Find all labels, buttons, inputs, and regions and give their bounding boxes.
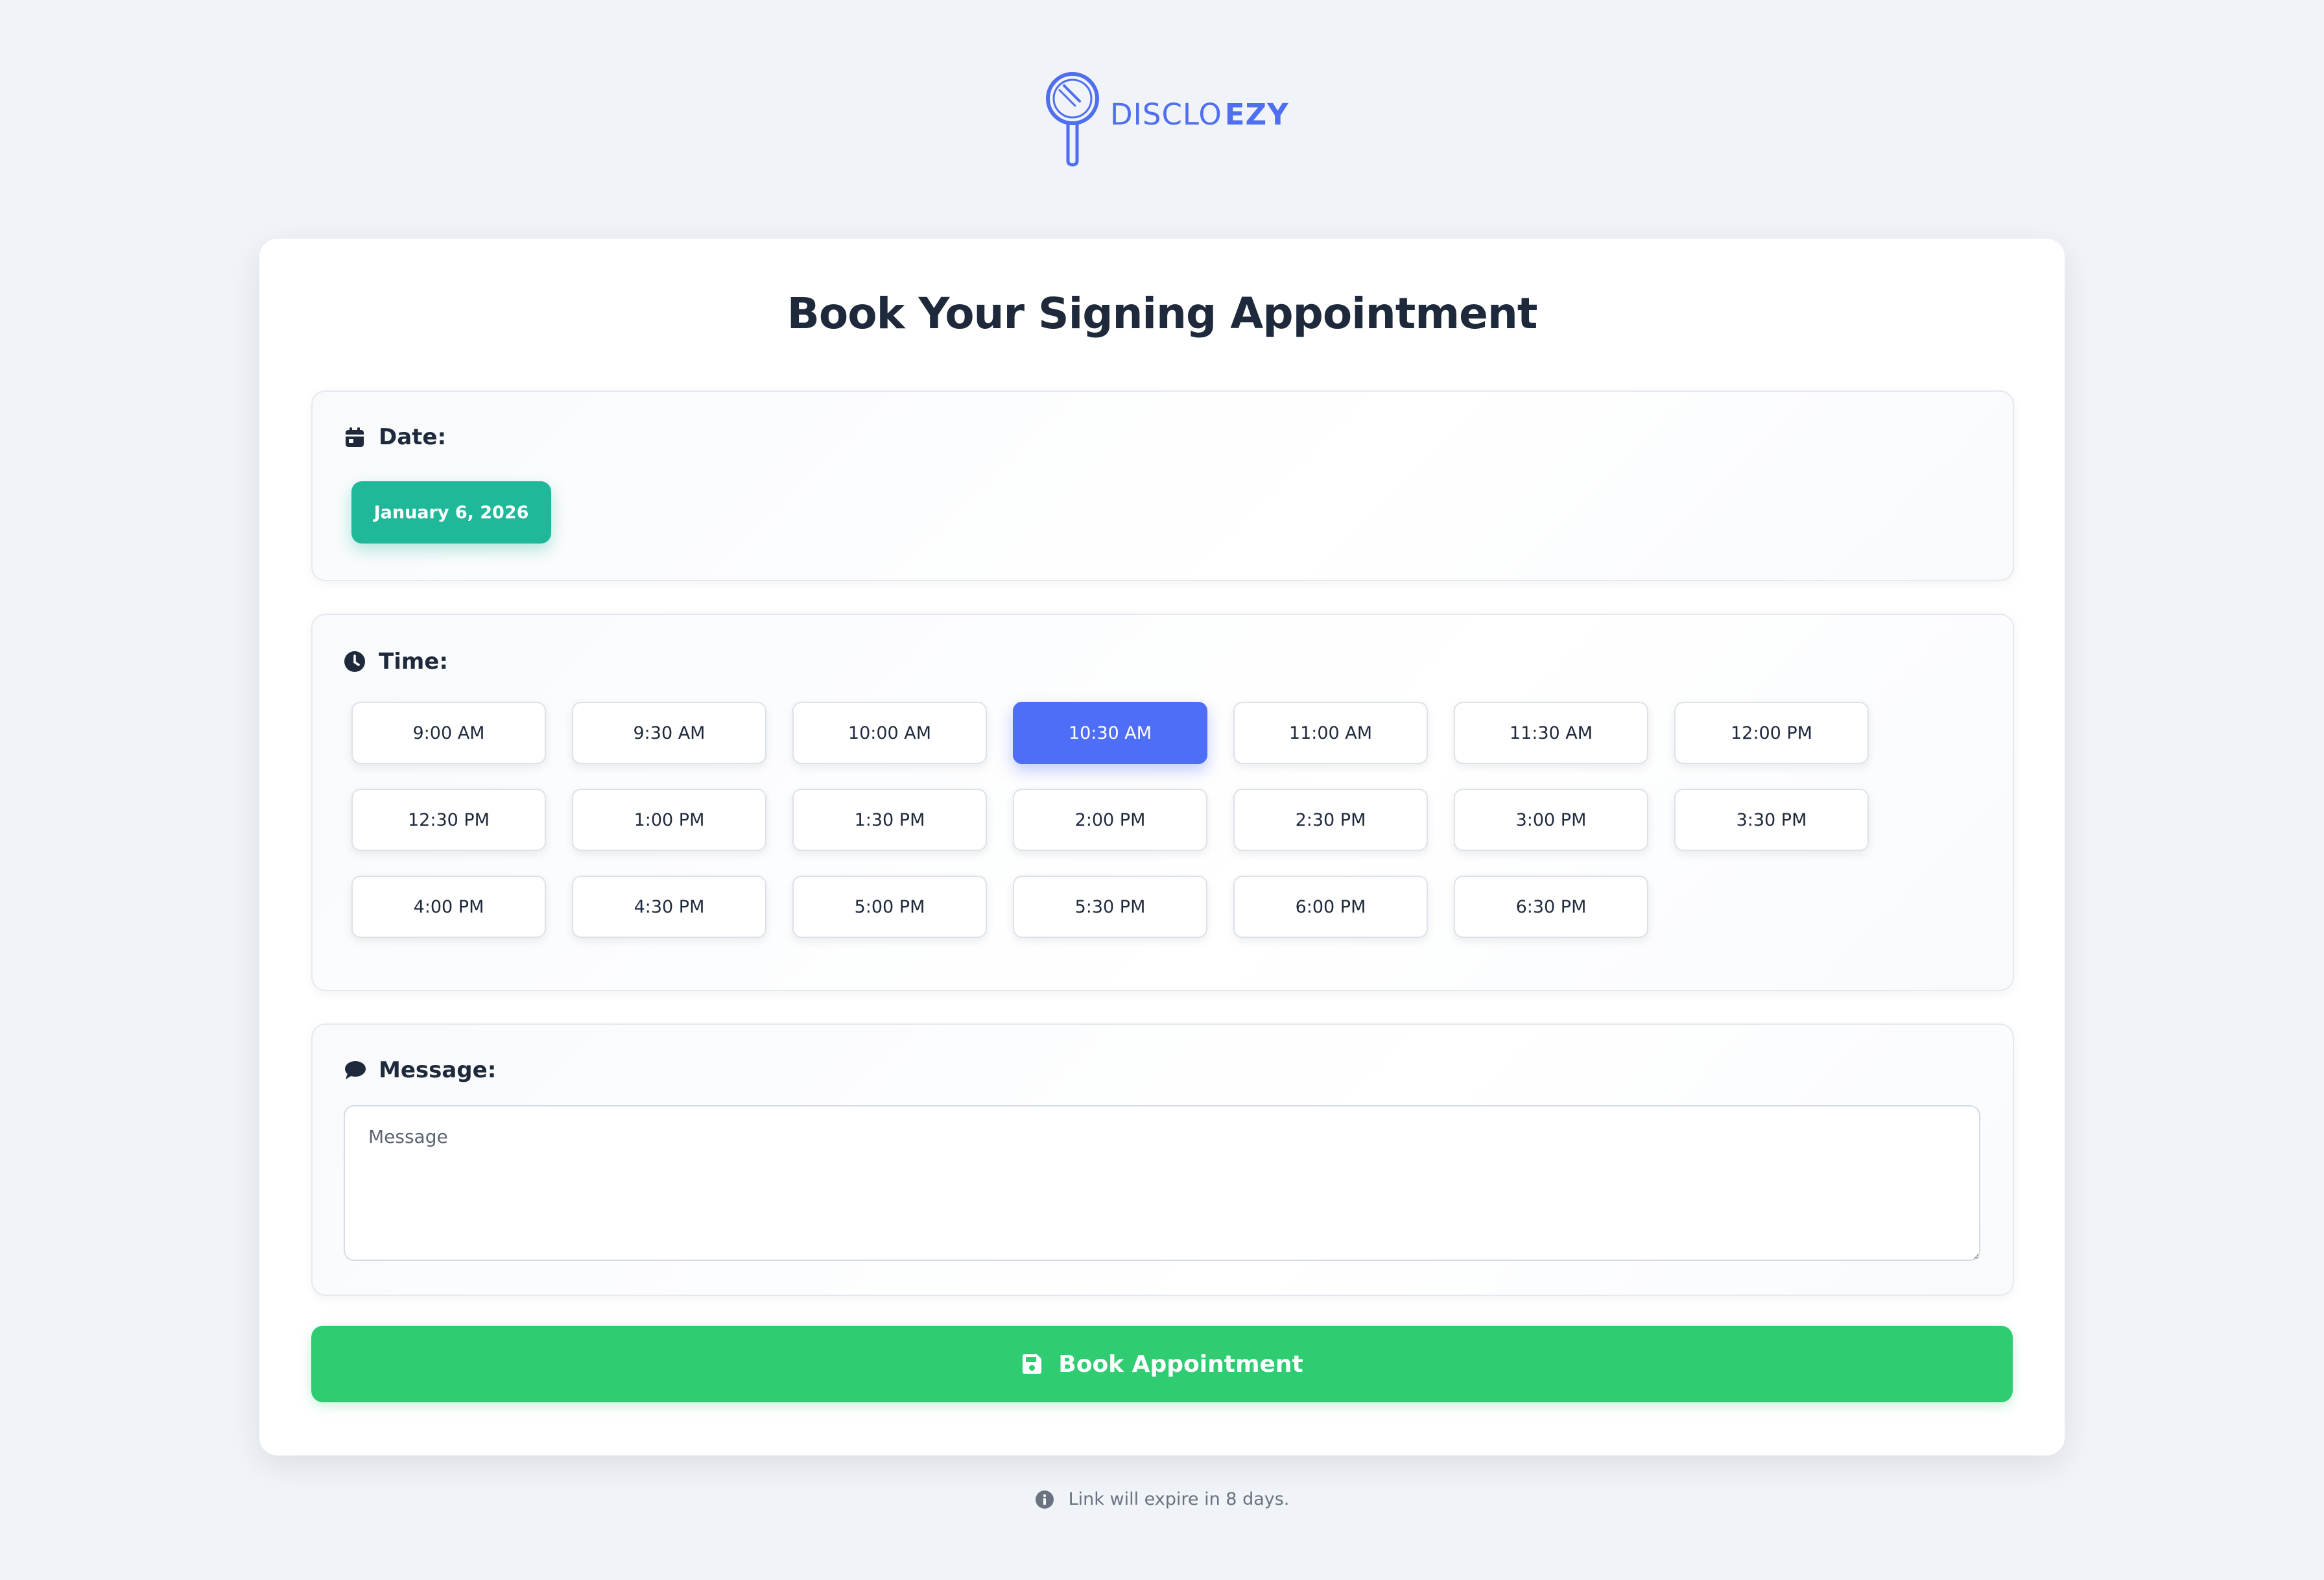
message-textarea[interactable] [344, 1105, 1980, 1261]
brand-name-light: DISCLO [1110, 97, 1222, 132]
time-label-row: Time: [344, 649, 448, 675]
time-slot-button[interactable]: 6:00 PM [1233, 876, 1428, 938]
time-slot-button[interactable]: 12:00 PM [1674, 702, 1869, 764]
date-section: Date: January 6, 2026 [311, 390, 2014, 581]
book-appointment-label: Book Appointment [1058, 1350, 1303, 1378]
message-label: Message: [379, 1057, 497, 1083]
time-slot-button[interactable]: 9:00 AM [351, 702, 546, 764]
time-slot-button[interactable]: 3:30 PM [1674, 789, 1869, 851]
booking-card: Book Your Signing Appointment Date: Janu… [259, 239, 2065, 1455]
message-section: Message: [311, 1023, 2014, 1296]
message-label-row: Message: [344, 1057, 496, 1083]
save-icon [1021, 1353, 1043, 1375]
expiry-note: Link will expire in 8 days. [0, 1489, 2324, 1509]
time-slot-button[interactable]: 4:30 PM [572, 876, 766, 938]
time-slot-button[interactable]: 6:30 PM [1454, 876, 1648, 938]
date-label: Date: [379, 424, 447, 450]
time-slot-button[interactable]: 3:00 PM [1454, 789, 1648, 851]
time-slot-button[interactable]: 12:30 PM [351, 789, 546, 851]
time-slot-button[interactable]: 11:30 AM [1454, 702, 1648, 764]
date-label-row: Date: [344, 424, 446, 450]
expiry-text: Link will expire in 8 days. [1068, 1489, 1290, 1509]
comment-icon [344, 1059, 366, 1081]
time-slot-button[interactable]: 10:00 AM [792, 702, 987, 764]
time-slot-button[interactable]: 1:30 PM [792, 789, 987, 851]
brand-logo: DISCLOEZY [1044, 70, 1289, 167]
clock-icon [344, 651, 366, 673]
time-slot-button[interactable]: 2:00 PM [1013, 789, 1207, 851]
time-slot-button-selected[interactable]: 10:30 AM [1013, 702, 1207, 764]
time-slot-button[interactable]: 11:00 AM [1233, 702, 1428, 764]
time-section: Time: 9:00 AM 9:30 AM 10:00 AM 10:30 AM … [311, 614, 2014, 991]
time-slot-button[interactable]: 5:00 PM [792, 876, 987, 938]
brand-wordmark: DISCLOEZY [1110, 97, 1289, 132]
brand-name-bold: EZY [1224, 97, 1289, 132]
magnifier-logo-icon [1046, 72, 1099, 167]
time-slot-button[interactable]: 9:30 AM [572, 702, 766, 764]
time-slot-button[interactable]: 1:00 PM [572, 789, 766, 851]
book-appointment-button[interactable]: Book Appointment [311, 1326, 2013, 1402]
calendar-icon [344, 426, 366, 448]
time-slot-button[interactable]: 2:30 PM [1233, 789, 1428, 851]
time-slot-button[interactable]: 4:00 PM [351, 876, 546, 938]
time-label: Time: [379, 649, 448, 675]
page-title: Book Your Signing Appointment [787, 289, 1538, 339]
date-picker-button[interactable]: January 6, 2026 [351, 481, 551, 544]
info-icon [1035, 1490, 1054, 1509]
time-slot-button[interactable]: 5:30 PM [1013, 876, 1207, 938]
time-slot-grid: 9:00 AM 9:30 AM 10:00 AM 10:30 AM 11:00 … [351, 702, 1908, 938]
